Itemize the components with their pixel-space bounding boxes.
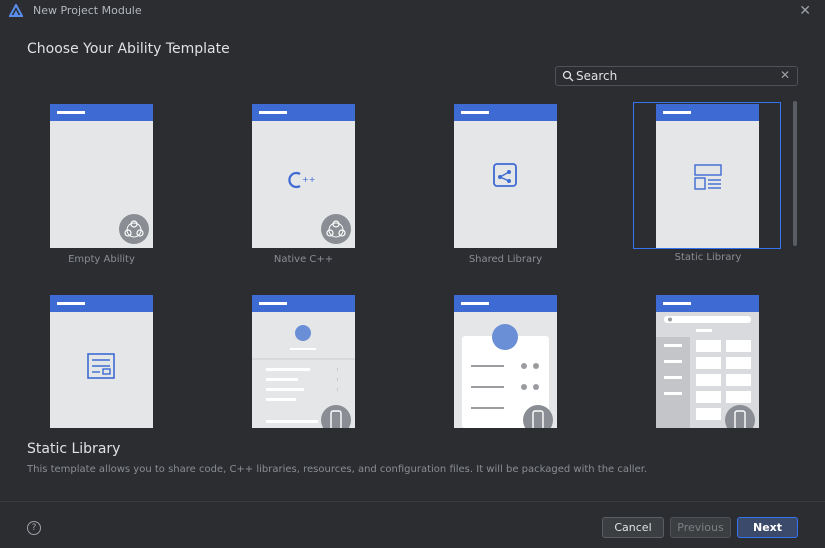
share-icon bbox=[493, 163, 517, 187]
template-scrollbar[interactable] bbox=[793, 101, 797, 246]
phone-badge-icon bbox=[523, 405, 553, 428]
phone-badge-icon bbox=[725, 405, 755, 428]
phone-badge-icon bbox=[321, 405, 351, 428]
template-label: Native C++ bbox=[273, 254, 334, 265]
template-label: Shared Library bbox=[468, 254, 543, 265]
template-thumbnail bbox=[656, 295, 759, 428]
template-card-profile-card[interactable] bbox=[454, 295, 557, 428]
template-thumbnail bbox=[50, 104, 153, 248]
search-icon bbox=[562, 70, 574, 82]
template-card-shared-library[interactable]: Shared Library bbox=[454, 104, 557, 265]
template-thumbnail bbox=[50, 295, 153, 428]
template-thumbnail bbox=[252, 295, 355, 428]
svg-text:++: ++ bbox=[302, 175, 315, 184]
window-title: New Project Module bbox=[33, 4, 142, 17]
close-icon[interactable]: ✕ bbox=[799, 3, 811, 19]
template-thumbnail: ++ bbox=[252, 104, 355, 248]
search-input[interactable] bbox=[576, 68, 776, 84]
help-icon[interactable]: ? bbox=[27, 521, 41, 535]
template-thumbnail bbox=[454, 104, 557, 248]
page-title: Choose Your Ability Template bbox=[27, 41, 230, 57]
app-logo-icon bbox=[9, 4, 23, 17]
static-library-icon bbox=[694, 164, 722, 190]
footer-divider bbox=[0, 501, 825, 502]
cpp-icon: ++ bbox=[288, 171, 315, 189]
template-description-title: Static Library bbox=[27, 441, 121, 457]
ability-badge-icon bbox=[321, 214, 351, 244]
next-button[interactable]: Next bbox=[737, 517, 798, 538]
template-card-form[interactable] bbox=[50, 295, 153, 428]
form-icon bbox=[87, 353, 115, 379]
template-thumbnail bbox=[656, 104, 759, 248]
template-label: Empty Ability bbox=[68, 254, 135, 265]
template-description-text: This template allows you to share code, … bbox=[27, 464, 648, 475]
ability-badge-icon bbox=[119, 214, 149, 244]
previous-button[interactable]: Previous bbox=[670, 517, 731, 538]
title-bar: New Project Module ✕ bbox=[0, 0, 825, 24]
template-card-native-cpp[interactable]: ++ Native C++ bbox=[252, 104, 355, 265]
template-card-grid-list[interactable] bbox=[656, 295, 759, 428]
template-card-profile-list[interactable] bbox=[252, 295, 355, 428]
search-box[interactable]: ✕ bbox=[555, 66, 798, 86]
cancel-button[interactable]: Cancel bbox=[602, 517, 664, 538]
clear-search-icon[interactable]: ✕ bbox=[780, 68, 790, 82]
template-label: Static Library bbox=[674, 252, 742, 263]
template-thumbnail bbox=[454, 295, 557, 428]
template-card-empty-ability[interactable]: Empty Ability bbox=[50, 104, 153, 265]
template-card-static-library[interactable]: Static Library bbox=[633, 102, 781, 263]
